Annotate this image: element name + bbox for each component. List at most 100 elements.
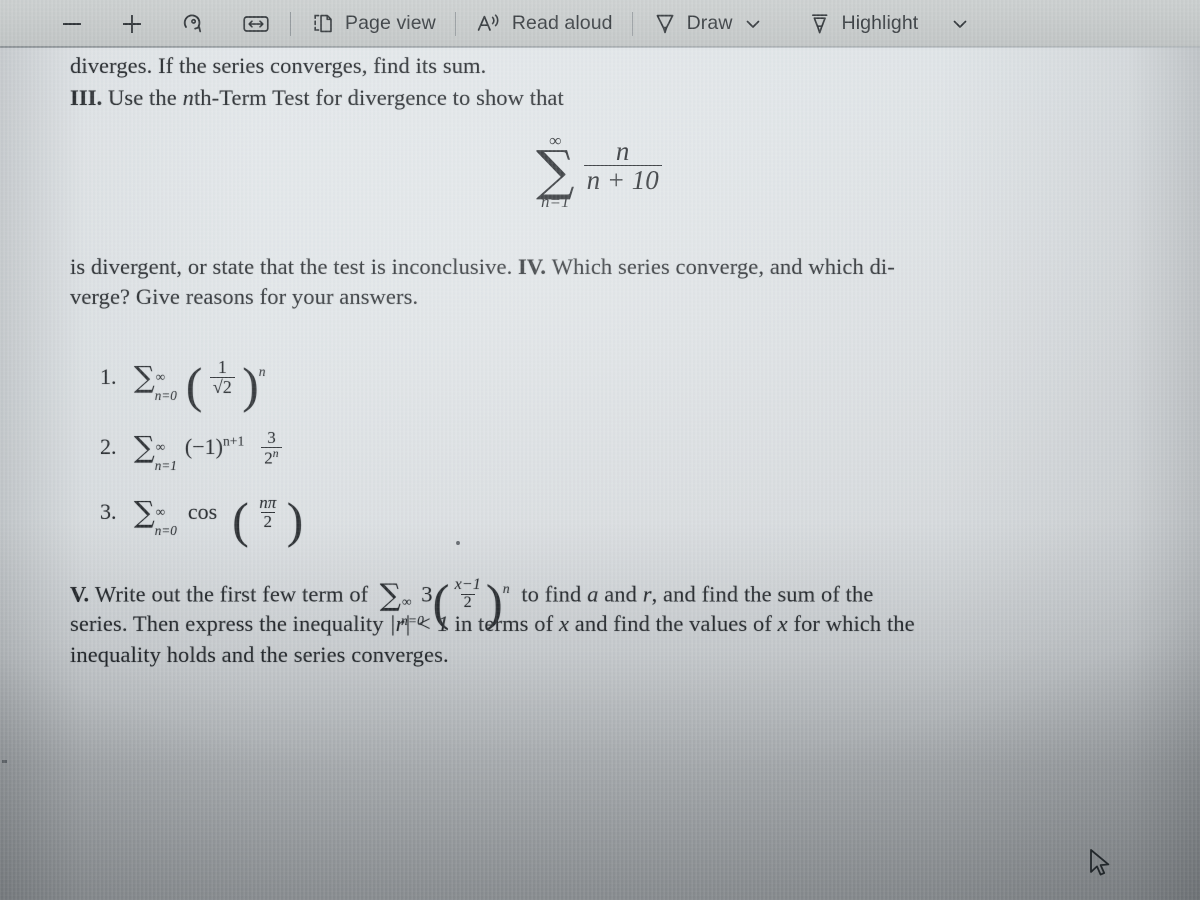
sigma-icon: ∑	[379, 577, 402, 613]
paper-speck	[456, 541, 460, 545]
problem-label-iv: IV.	[518, 254, 547, 279]
list-item-1: 1. ∑ ∞ n=0 ( 1 √2 )n	[100, 358, 266, 411]
pdf-reader-toolbar: Page view Read aloud Draw Highlight	[0, 0, 1200, 47]
plus-icon	[119, 11, 145, 37]
factor-minus-one: (−1)	[184, 434, 223, 460]
fraction-one-over-sqrt2: 1 √2	[209, 358, 235, 397]
fraction-denominator: 2n	[261, 446, 282, 468]
list-item-3-number: 3.	[100, 499, 117, 525]
fraction-n-pi-over-2: nπ 2	[256, 494, 279, 530]
fraction-n-over-n-plus-10: n n + 10	[583, 135, 662, 194]
highlighter-icon	[807, 10, 833, 38]
variable-r: r	[642, 581, 652, 607]
draw-pen-icon	[652, 10, 678, 38]
toolbar-divider	[290, 11, 291, 36]
highlight-chevron-down-icon[interactable]	[947, 11, 973, 37]
toolbar-divider	[454, 11, 456, 36]
paragraph-v-text-d: , and find the sum of the	[651, 581, 874, 607]
fit-to-width-icon	[241, 12, 271, 36]
highlight-button[interactable]: Highlight	[800, 7, 926, 41]
sum-lower-limit: n=0	[154, 388, 177, 404]
sum-lower-limit: n=1	[154, 457, 177, 473]
problem-label-v: V.	[70, 581, 90, 607]
rotate-button[interactable]	[172, 7, 214, 41]
read-aloud-icon	[475, 11, 503, 37]
draw-label: Draw	[686, 12, 733, 34]
text-line-1: diverges. If the series converges, find …	[70, 53, 487, 78]
variable-n: n	[182, 85, 194, 110]
page-view-button[interactable]: Page view	[303, 7, 443, 41]
page-view-icon	[310, 11, 336, 37]
list-item-1-number: 1.	[100, 364, 117, 390]
right-paren: )	[286, 493, 304, 549]
text-line-diverges: diverges. If the series converges, find …	[70, 50, 486, 81]
text-line-problem-iii: III. Use the nth-Term Test for divergenc…	[70, 82, 564, 113]
draw-button[interactable]: Draw	[645, 7, 740, 41]
paragraph-v-line2-d: for which the	[793, 611, 915, 636]
text-line-3b: Which series converge, and which di-	[551, 254, 895, 279]
text-line-4: verge? Give reasons for your answers.	[70, 281, 418, 312]
variable-x: x	[558, 611, 570, 636]
page-view-label: Page view	[345, 12, 436, 34]
read-aloud-label: Read aloud	[511, 12, 613, 34]
fraction-x-minus-1-over-2: x−1 2	[452, 577, 484, 611]
paragraph-v-line-3: inequality holds and the series converge…	[70, 639, 449, 670]
paragraph-v-line3-content: inequality holds and the series converge…	[70, 642, 449, 667]
left-paren: (	[185, 358, 203, 414]
list-item-3: 3. ∑ ∞ n=0 cos ( nπ 2 )	[100, 494, 303, 545]
text-line-2b: th-Term Test for divergence to show that	[193, 85, 564, 110]
left-paren: (	[232, 493, 249, 549]
sum-upper-limit: ∞	[155, 439, 166, 455]
right-paren: )	[242, 358, 259, 414]
paragraph-v-line2-b: in terms of	[454, 611, 554, 636]
sigma-icon: ∑	[134, 360, 155, 395]
cosine-function: cos	[187, 499, 218, 525]
paragraph-v-line2-c: and find the values of	[574, 611, 772, 636]
screenshot-root: Page view Read aloud Draw Highlight dive…	[0, 0, 1200, 900]
draw-chevron-down-icon[interactable]	[740, 11, 766, 37]
paragraph-v-text-c: and	[604, 581, 638, 607]
coefficient-3: 3	[421, 581, 433, 607]
variable-a: a	[587, 581, 599, 607]
fraction-numerator: 3	[267, 428, 276, 447]
zoom-in-button[interactable]	[112, 7, 152, 41]
exponent-n: n	[258, 363, 266, 379]
text-line-4-content: verge? Give reasons for your answers.	[70, 284, 419, 309]
list-item-2-number: 2.	[100, 434, 117, 460]
sum-lower-limit: n=0	[154, 522, 177, 538]
rotate-clockwise-icon	[179, 10, 207, 38]
inequality-r-lt-1: |r| < 1	[389, 611, 449, 636]
fit-to-width-button[interactable]	[234, 7, 278, 41]
sigma-icon: ∑	[134, 495, 155, 530]
toolbar-divider	[631, 11, 633, 36]
paragraph-v-text-a: Write out the first few term of	[94, 581, 369, 607]
fraction-denominator: n + 10	[583, 164, 662, 194]
paragraph-v-line2-a: series. Then express the inequality	[70, 611, 384, 636]
sum-upper-limit: ∞	[155, 369, 166, 385]
paper-speck	[2, 760, 7, 763]
fraction-numerator: n	[615, 135, 630, 166]
minus-icon	[59, 11, 85, 37]
fraction-denominator: √2	[209, 376, 235, 397]
mouse-pointer-icon	[1088, 848, 1114, 882]
paragraph-v-line-2: series. Then express the inequality |r| …	[70, 608, 915, 639]
problem-label-iii: III.	[70, 85, 103, 110]
denominator-base: 2	[264, 448, 273, 468]
denominator-exponent: n	[272, 446, 279, 460]
variable-x: x	[777, 611, 788, 636]
sum-lower-limit: n=1	[541, 192, 570, 212]
display-formula-sum: ∞ ∑ n=1 n n + 10	[536, 132, 664, 210]
fraction-three-over-two-to-n: 3 2n	[261, 428, 282, 468]
sum-upper-limit: ∞	[155, 504, 166, 520]
document-page: diverges. If the series converges, find …	[0, 47, 1200, 900]
highlight-label: Highlight	[841, 12, 919, 34]
exponent-n: n	[502, 582, 510, 597]
fraction-denominator: 2	[260, 511, 275, 531]
summation-operator: ∞ ∑ n=1	[536, 132, 575, 210]
paragraph-v-text-b: to find	[521, 581, 582, 607]
zoom-out-button[interactable]	[52, 7, 92, 41]
list-item-2: 2. ∑ ∞ n=1 (−1)n+1 3 2n	[100, 428, 284, 473]
fraction-numerator: nπ	[259, 493, 277, 512]
sigma-icon: ∑	[134, 430, 155, 465]
read-aloud-button[interactable]: Read aloud	[468, 7, 620, 41]
